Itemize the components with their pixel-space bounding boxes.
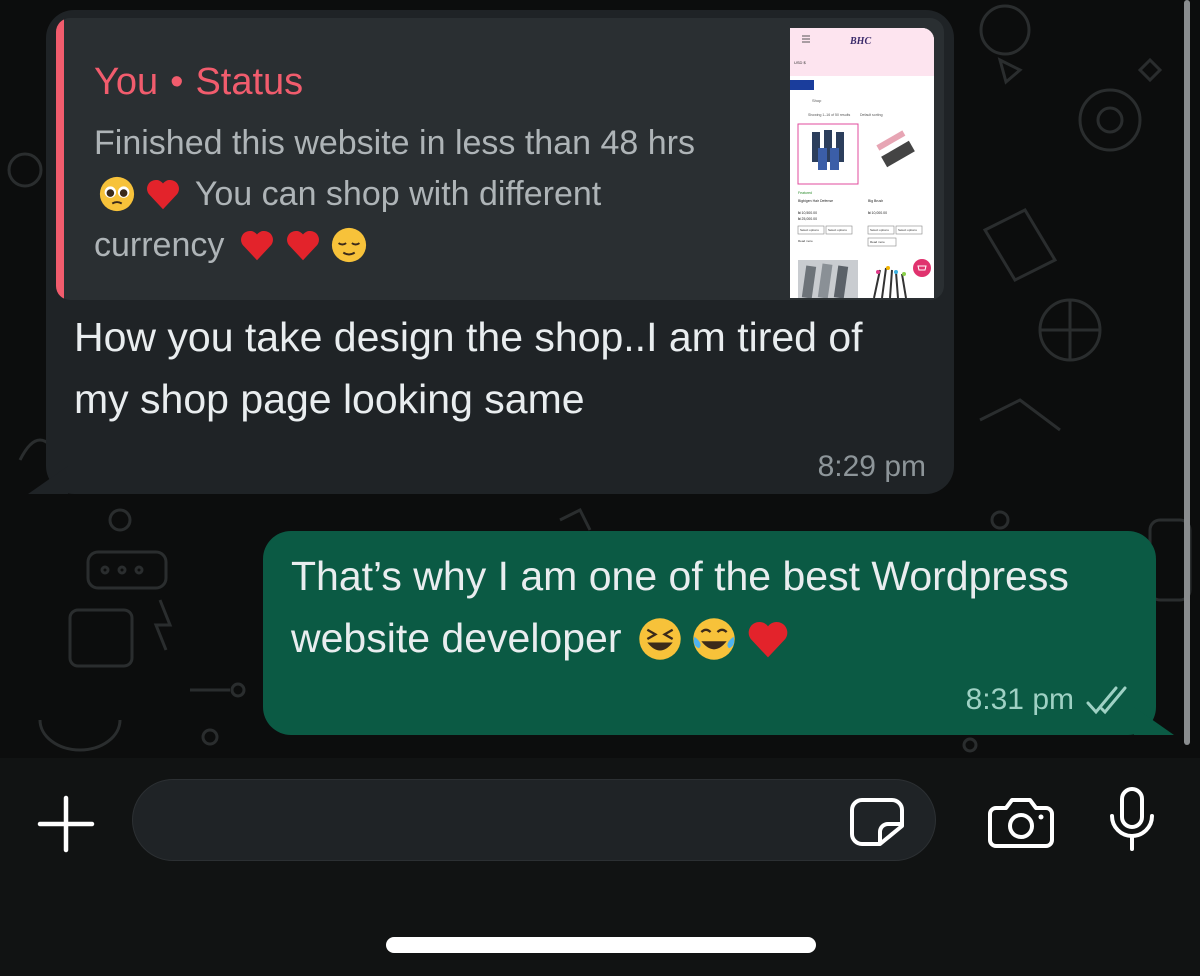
plus-icon[interactable] (36, 794, 96, 854)
scrollbar[interactable] (1184, 0, 1190, 745)
pleading-face-emoji-icon (99, 176, 135, 212)
thumb-product2-read-more: Read more (870, 240, 885, 244)
incoming-message-bubble[interactable]: You • Status Finished this website in less… (46, 10, 954, 494)
red-heart-emoji-icon (240, 230, 273, 261)
double-check-icon (1086, 686, 1127, 715)
camera-icon[interactable] (988, 796, 1054, 848)
incoming-message-text: How you take design the shop..I am tired… (74, 314, 863, 422)
message-input[interactable] (132, 779, 936, 861)
thumb-usd-badge: USD $ (794, 60, 807, 65)
thumb-product1-read-more: Read more (798, 239, 813, 243)
thumb-product1-tag: Featured (798, 191, 812, 195)
quote-header: You • Status (94, 60, 303, 104)
thumb-product1-price1: ₦ 10,500.00 (798, 211, 817, 215)
thumb-product2-name: Big Brush (868, 199, 883, 203)
thumb-product1-select: Select options (800, 228, 819, 232)
red-heart-emoji-icon (286, 230, 319, 261)
grinning-squinting-face-emoji-icon (639, 618, 681, 660)
thumb-product2-price: ₦ 10,000.00 (868, 211, 887, 215)
quote-text-line-3: currency (94, 226, 225, 264)
chat-background: You • Status Finished this website in less… (0, 0, 1200, 758)
red-heart-emoji-icon (147, 179, 179, 210)
status-thumbnail[interactable]: BHC USD $ Shop Showing 1–16 of 50 result… (790, 28, 934, 298)
outgoing-message-text: That’s why I am one of the best Wordpres… (291, 545, 1141, 669)
sticker-icon[interactable] (850, 796, 906, 848)
thumb-sort-label: Default sorting (860, 113, 883, 117)
thumb-brand: BHC (849, 36, 871, 47)
quoted-status[interactable]: You • Status Finished this website in less… (56, 18, 944, 300)
thumb-shop-label: Shop (812, 98, 822, 103)
website-screenshot: BHC USD $ Shop Showing 1–16 of 50 result… (790, 28, 934, 298)
quote-separator: • (170, 61, 184, 103)
quote-accent-bar (56, 18, 64, 300)
outgoing-message-bubble[interactable]: That’s why I am one of the best Wordpres… (263, 531, 1156, 735)
thumb-product1-name: Bigbigen Hair Defense (798, 199, 833, 203)
red-heart-emoji-icon (748, 621, 788, 658)
quote-sender: You (94, 61, 159, 103)
home-indicator[interactable] (386, 937, 816, 953)
quote-type: Status (195, 61, 304, 103)
thumb-product1-select-2: Select options (828, 228, 847, 232)
thumb-product1-price2: ₦ 25,000.00 (798, 217, 817, 221)
thumb-product2-select: Select options (870, 228, 889, 232)
microphone-icon[interactable] (1108, 786, 1156, 852)
tears-of-joy-emoji-icon (693, 618, 735, 660)
relieved-face-emoji-icon (331, 227, 366, 263)
quote-text-line-1: Finished this website in less than 48 hr… (94, 124, 695, 162)
outgoing-timestamp: 8:31 pm (965, 683, 1074, 716)
quote-text-line-2: You can shop with different (194, 175, 602, 213)
thumb-product2-select-2: Select options (898, 228, 917, 232)
quote-text: Finished this website in less than 48 hr… (94, 118, 794, 271)
thumb-showing-text: Showing 1–16 of 50 results (808, 113, 850, 117)
incoming-timestamp: 8:29 pm (817, 450, 926, 483)
